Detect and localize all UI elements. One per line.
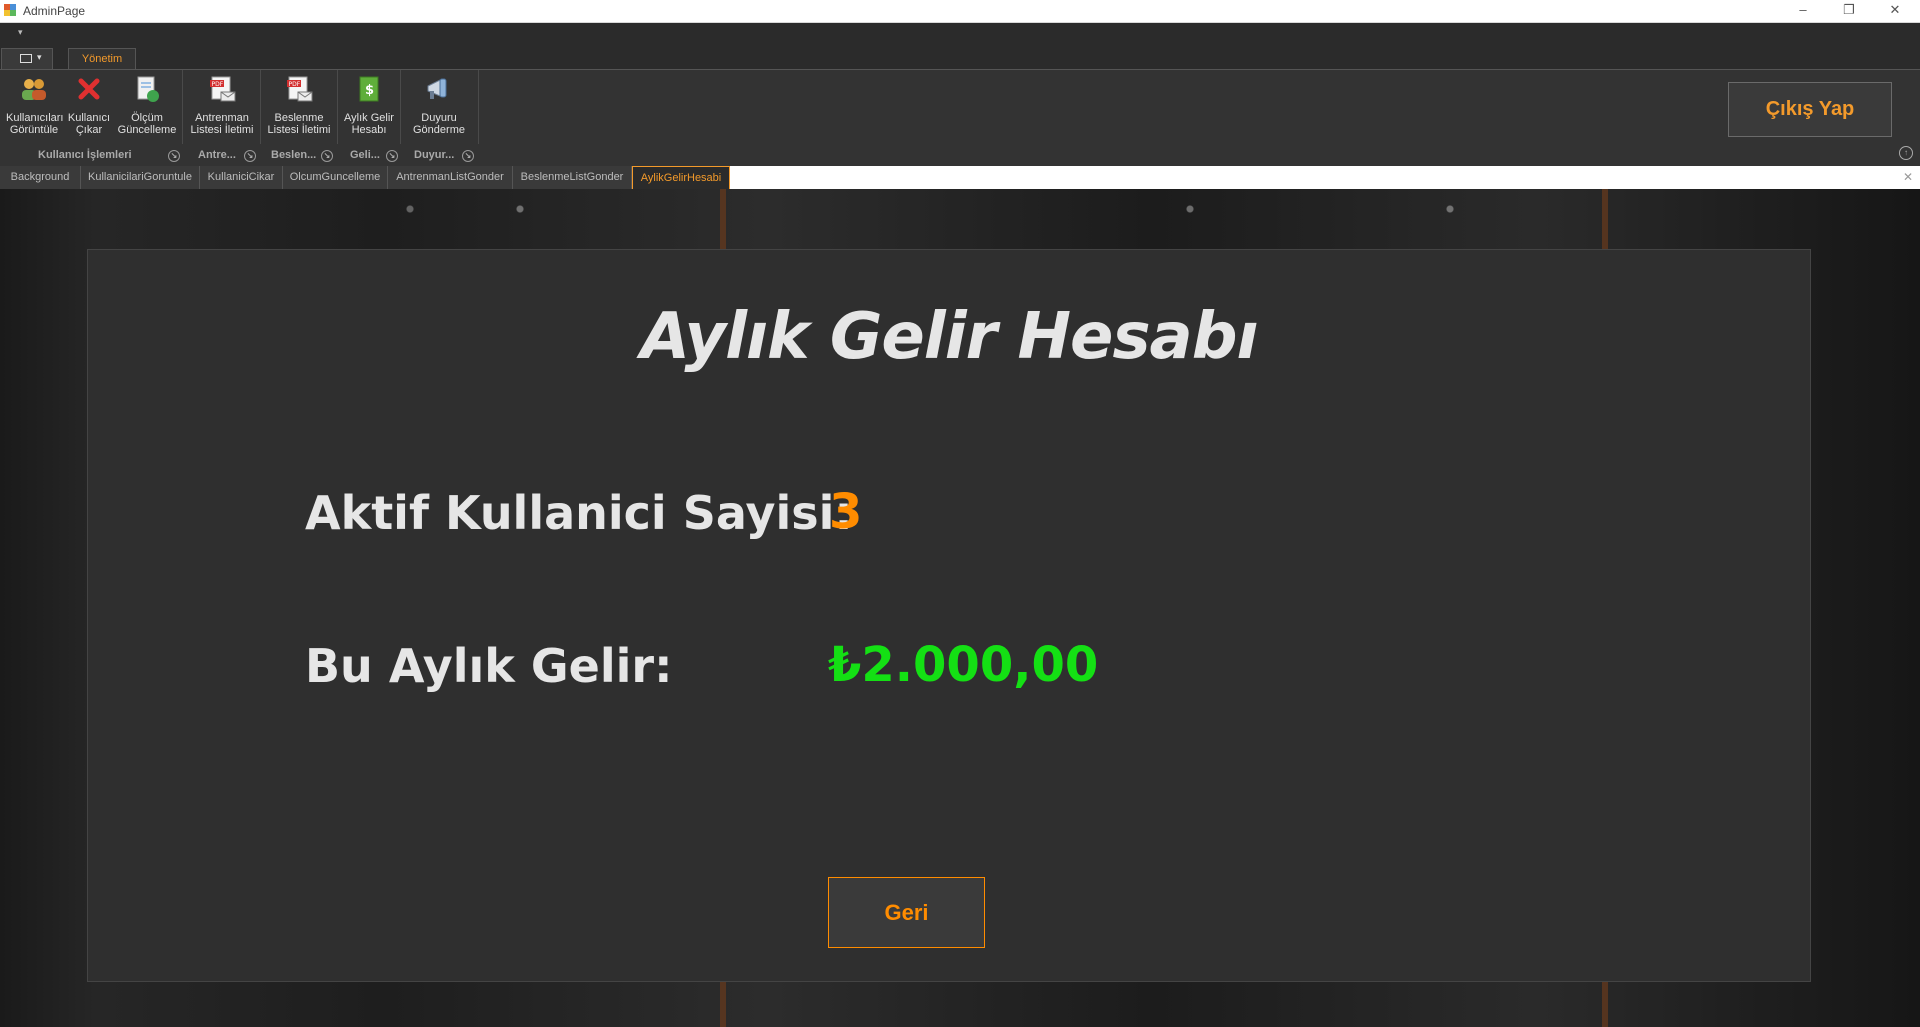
document-tabs: Background KullanicilariGoruntule Kullan…: [0, 166, 1920, 189]
group-gelir: $ Aylık Gelir Hesabı: [338, 70, 401, 144]
chevron-down-icon: ▾: [37, 52, 42, 62]
monthly-income-value: ₺2.000,00: [828, 637, 1099, 693]
document-refresh-icon: [137, 76, 159, 102]
doc-tab-background[interactable]: Background: [0, 166, 81, 189]
active-users-label: Aktif Kullanici Sayisi:: [305, 486, 853, 540]
remove-user-label: Kullanıcı Çıkar: [67, 112, 111, 136]
red-x-icon: [78, 78, 100, 100]
group-label-gelir-text: Geli...: [350, 149, 380, 161]
view-users-button[interactable]: Kullanıcıları Görüntüle: [6, 74, 64, 136]
active-users-value: 3: [829, 484, 863, 540]
announcement-label: Duyuru Gönderme: [413, 112, 465, 136]
workout-list-button[interactable]: PDF Antrenman Listesi İletimi: [189, 74, 255, 136]
svg-text:PDF: PDF: [289, 81, 301, 88]
group-label-duyuru: Duyur... ↘: [414, 147, 478, 165]
ribbon-tabs: ▾ Yönetim: [0, 45, 1920, 70]
group-label-duyuru-text: Duyur...: [414, 149, 455, 161]
close-icon: ✕: [1889, 2, 1901, 17]
app-menu-button[interactable]: ▾: [1, 48, 53, 69]
group-kullanici-islemleri: Kullanıcıları Görüntüle Kullanıcı Çıkar …: [0, 70, 183, 144]
expand-group-icon[interactable]: ↘: [386, 150, 398, 162]
close-document-icon[interactable]: ✕: [1903, 170, 1913, 184]
monthly-income-button[interactable]: $ Aylık Gelir Hesabı: [342, 74, 396, 136]
group-duyuru: Duyuru Gönderme: [401, 70, 479, 144]
group-label-beslenme: Beslen... ↘: [271, 147, 337, 165]
page-title: Aylık Gelir Hesabı: [640, 300, 1259, 374]
pdf-mail-icon: PDF: [287, 76, 313, 102]
svg-text:PDF: PDF: [212, 81, 224, 88]
nutrition-list-label: Beslenme Listesi İletimi: [267, 112, 331, 136]
ribbon: Kullanıcıları Görüntüle Kullanıcı Çıkar …: [0, 69, 1920, 168]
doc-tab-kullanicilarigoruntule[interactable]: KullanicilariGoruntule: [81, 166, 200, 189]
window-title: AdminPage: [23, 4, 86, 18]
monthly-income-label: Bu Aylık Gelir:: [305, 639, 673, 693]
announcement-button[interactable]: Duyuru Gönderme: [409, 74, 469, 136]
back-button[interactable]: Geri: [828, 877, 985, 948]
money-document-icon: $: [359, 76, 379, 102]
title-bar: AdminPage – ❐ ✕: [0, 0, 1920, 23]
doc-tab-olcumguncelleme[interactable]: OlcumGuncelleme: [283, 166, 388, 189]
close-button[interactable]: ✕: [1872, 0, 1918, 22]
group-antrenman: PDF Antrenman Listesi İletimi: [183, 70, 261, 144]
quick-access-toolbar: ▾: [0, 23, 1920, 45]
doc-tab-antrenmanlistgonder[interactable]: AntrenmanListGonder: [388, 166, 513, 189]
expand-group-icon[interactable]: ↘: [321, 150, 333, 162]
restore-icon: ❐: [1843, 2, 1855, 17]
group-label-antrenman: Antre... ↘: [198, 147, 260, 165]
doc-tab-beslenmelistgonder[interactable]: BeslenmeListGonder: [513, 166, 632, 189]
expand-group-icon[interactable]: ↘: [244, 150, 256, 162]
monthly-income-label: Aylık Gelir Hesabı: [344, 112, 394, 136]
view-users-label: Kullanıcıları Görüntüle: [6, 112, 64, 136]
group-label-antrenman-text: Antre...: [198, 149, 236, 161]
expand-group-icon[interactable]: ↘: [462, 150, 474, 162]
group-label-kullanici: Kullanıcı İşlemleri ↘: [38, 147, 182, 165]
group-label-gelir: Geli... ↘: [350, 147, 400, 165]
group-label-kullanici-text: Kullanıcı İşlemleri: [38, 149, 132, 161]
minimize-button[interactable]: –: [1780, 0, 1826, 22]
group-label-beslenme-text: Beslen...: [271, 149, 317, 161]
update-measurement-label: Ölçüm Güncelleme: [117, 112, 177, 136]
app-menu-icon: [20, 54, 32, 63]
users-icon: [22, 79, 46, 100]
collapse-ribbon-icon[interactable]: ↑: [1899, 146, 1913, 160]
app-icon: [4, 4, 16, 16]
minimize-icon: –: [1799, 2, 1807, 17]
group-beslenme: PDF Beslenme Listesi İletimi: [261, 70, 338, 144]
expand-group-icon[interactable]: ↘: [168, 150, 180, 162]
restore-button[interactable]: ❐: [1826, 0, 1872, 22]
tab-yonetim[interactable]: Yönetim: [68, 48, 136, 70]
pdf-mail-icon: PDF: [210, 76, 236, 102]
doc-tab-aylikgelirhesabi[interactable]: AylikGelirHesabi: [632, 166, 730, 189]
income-panel: Aylık Gelir Hesabı Aktif Kullanici Sayis…: [87, 249, 1811, 982]
logout-button[interactable]: Çıkış Yap: [1728, 82, 1892, 137]
nutrition-list-button[interactable]: PDF Beslenme Listesi İletimi: [267, 74, 331, 136]
update-measurement-button[interactable]: Ölçüm Güncelleme: [116, 74, 178, 136]
remove-user-button[interactable]: Kullanıcı Çıkar: [66, 74, 112, 136]
doc-tab-kullanicicikar[interactable]: KullaniciCikar: [200, 166, 283, 189]
customize-quick-access-icon[interactable]: ▾: [18, 27, 23, 38]
workout-list-label: Antrenman Listesi İletimi: [190, 112, 254, 136]
megaphone-icon: [427, 78, 447, 99]
svg-text:$: $: [365, 83, 374, 98]
